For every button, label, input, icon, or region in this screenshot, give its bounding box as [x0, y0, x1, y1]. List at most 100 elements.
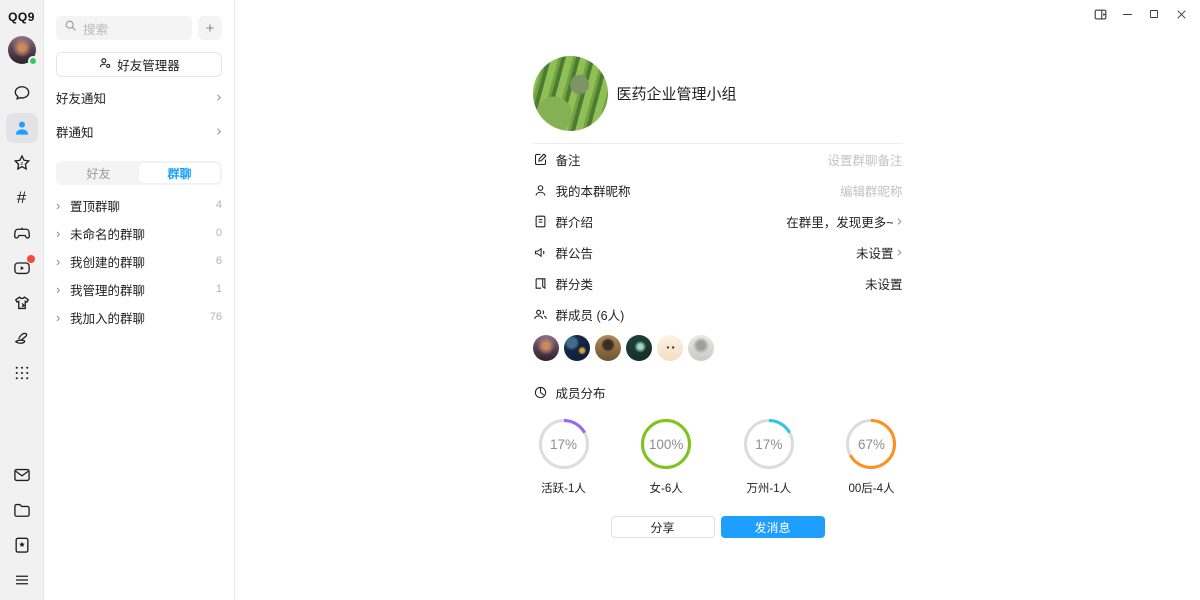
expand-chevron-icon[interactable]: ›: [56, 282, 70, 297]
search-placeholder: 搜索: [83, 19, 108, 38]
donut-active: 17% 活跃-1人: [533, 418, 595, 496]
field-category[interactable]: 群分类 未设置: [533, 268, 903, 299]
add-button[interactable]: +: [198, 16, 222, 40]
rail-charity-button[interactable]: [6, 323, 38, 353]
members-label: 群成员 (6人): [556, 305, 625, 324]
member-avatar[interactable]: [626, 335, 652, 361]
star-z-icon: z: [12, 153, 32, 173]
rail-more-apps-button[interactable]: [6, 358, 38, 388]
friend-manager-label: 好友管理器: [117, 55, 180, 74]
group-notifications-label: 群通知: [56, 122, 94, 141]
field-label: 备注: [556, 150, 581, 169]
group-notifications-item[interactable]: 群通知 ›: [56, 118, 222, 145]
chevron-right-icon: ›: [897, 214, 903, 229]
member-avatar-list: [533, 335, 903, 361]
contacts-person-icon: [12, 118, 32, 138]
close-icon: [1175, 8, 1188, 21]
rail-menu-button[interactable]: [6, 565, 38, 595]
mail-icon: [12, 465, 32, 485]
donut-chart: 17%: [743, 418, 795, 470]
maximize-button[interactable]: [1145, 5, 1163, 23]
chevron-right-icon: ›: [216, 124, 222, 139]
donut-label: 女-6人: [650, 480, 683, 496]
minimize-icon: [1121, 8, 1134, 21]
rail-collections-button[interactable]: [6, 530, 38, 560]
group-category-created[interactable]: › 我创建的群聊 6: [56, 247, 222, 275]
group-count-badge: 0: [216, 227, 222, 239]
pie-chart-icon: [533, 385, 548, 400]
group-category-joined[interactable]: › 我加入的群聊 76: [56, 303, 222, 331]
donut-chart: 100%: [640, 418, 692, 470]
tab-groups[interactable]: 群聊: [139, 163, 220, 183]
rail-qq-show-button[interactable]: [6, 288, 38, 318]
group-category-list: › 置顶群聊 4 › 未命名的群聊 0 › 我创建的群聊 6 › 我管理的群聊 …: [56, 191, 222, 331]
rail-messages-button[interactable]: [6, 78, 38, 108]
field-remark[interactable]: 备注 设置群聊备注: [533, 144, 903, 175]
member-avatar[interactable]: [533, 335, 559, 361]
distribution-label: 成员分布: [556, 383, 606, 402]
field-label: 我的本群昵称: [556, 181, 631, 200]
share-button[interactable]: 分享: [611, 516, 715, 538]
friend-notifications-item[interactable]: 好友通知 ›: [56, 84, 222, 111]
donut-label: 万州-1人: [746, 480, 791, 496]
minimize-button[interactable]: [1118, 5, 1136, 23]
members-header[interactable]: 群成员 (6人): [533, 299, 903, 330]
user-avatar[interactable]: [8, 36, 36, 64]
expand-chevron-icon[interactable]: ›: [56, 254, 70, 269]
rail-channels-button[interactable]: #: [6, 183, 38, 213]
group-category-pinned[interactable]: › 置顶群聊 4: [56, 191, 222, 219]
field-nickname[interactable]: 我的本群昵称 编辑群昵称: [533, 175, 903, 206]
rail-contacts-button[interactable]: [6, 113, 38, 143]
panel-toggle-button[interactable]: [1091, 5, 1109, 23]
donut-label: 活跃-1人: [541, 480, 586, 496]
field-label: 群介绍: [556, 212, 594, 231]
group-count-badge: 1: [216, 283, 222, 295]
close-button[interactable]: [1172, 5, 1190, 23]
rail-video-button[interactable]: [6, 253, 38, 283]
expand-chevron-icon[interactable]: ›: [56, 198, 70, 213]
search-icon: [64, 19, 77, 37]
rail-favorites-button[interactable]: z: [6, 148, 38, 178]
group-avatar[interactable]: [533, 56, 608, 131]
member-avatar[interactable]: [564, 335, 590, 361]
field-value: 未设置: [865, 274, 903, 293]
rail-games-button[interactable]: [6, 218, 38, 248]
donut-label: 00后-4人: [848, 480, 894, 496]
send-message-button[interactable]: 发消息: [721, 516, 825, 538]
expand-chevron-icon[interactable]: ›: [56, 310, 70, 325]
search-row: 搜索 +: [56, 16, 222, 40]
hamburger-menu-icon: [13, 571, 31, 589]
field-value: 设置群聊备注: [827, 150, 902, 169]
notification-red-dot: [27, 255, 35, 263]
contacts-tabs: 好友 群聊: [56, 161, 222, 185]
donut-female: 100% 女-6人: [635, 418, 697, 496]
friend-manager-button[interactable]: 好友管理器: [56, 52, 222, 77]
tab-friends[interactable]: 好友: [58, 163, 139, 183]
search-input[interactable]: 搜索: [56, 16, 192, 40]
bookmark-star-icon: [12, 535, 32, 555]
rail-mail-button[interactable]: [6, 460, 38, 490]
field-announcement[interactable]: 群公告 未设置 ›: [533, 237, 903, 268]
tag-icon: [533, 276, 548, 291]
hash-icon: #: [17, 188, 26, 208]
qq-app-window: QQ9 z #: [0, 0, 1200, 600]
donut-percent: 67%: [845, 418, 897, 470]
field-intro[interactable]: 群介绍 在群里，发现更多~ ›: [533, 206, 903, 237]
left-rail: QQ9 z #: [0, 0, 44, 600]
group-category-managed[interactable]: › 我管理的群聊 1: [56, 275, 222, 303]
rail-files-button[interactable]: [6, 495, 38, 525]
expand-chevron-icon[interactable]: ›: [56, 226, 70, 241]
member-avatar[interactable]: [595, 335, 621, 361]
group-profile-pane: 医药企业管理小组 备注 设置群聊备注 我的本群昵称 编辑群昵称: [235, 0, 1200, 600]
donut-percent: 17%: [743, 418, 795, 470]
member-avatar[interactable]: [657, 335, 683, 361]
group-profile-content: 医药企业管理小组 备注 设置群聊备注 我的本群昵称 编辑群昵称: [533, 0, 903, 538]
document-icon: [533, 214, 548, 229]
hand-gesture-icon: [12, 328, 32, 348]
member-avatar[interactable]: [688, 335, 714, 361]
distribution-charts: 17% 活跃-1人 100% 女-6人 17% 万州-1人: [533, 418, 903, 496]
grid-dots-icon: [13, 364, 31, 382]
group-title: 医药企业管理小组: [617, 83, 737, 104]
contacts-panel: 搜索 + 好友管理器 好友通知 › 群通知 › 好友 群聊 › 置顶群聊 4: [44, 0, 235, 600]
group-category-unnamed[interactable]: › 未命名的群聊 0: [56, 219, 222, 247]
